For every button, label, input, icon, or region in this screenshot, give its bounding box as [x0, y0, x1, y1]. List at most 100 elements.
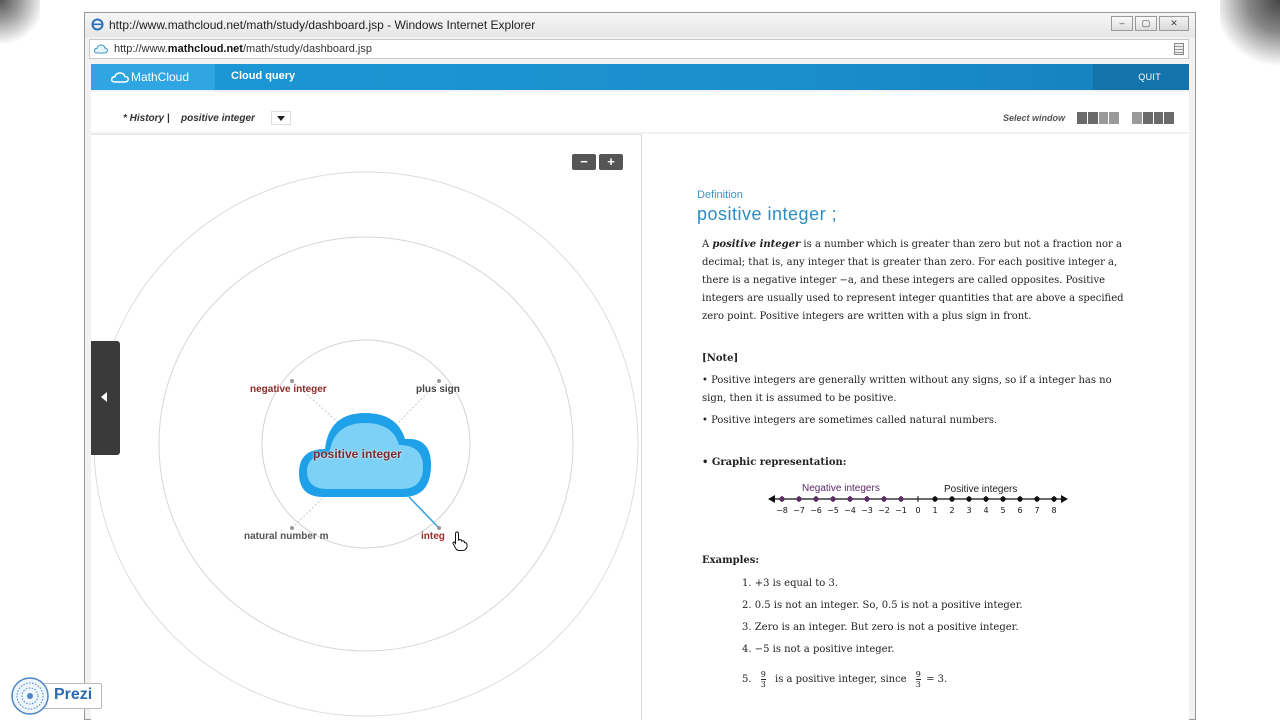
- number-line-point: [847, 496, 853, 502]
- number-line-arrow-right: [1061, 495, 1068, 503]
- page-cloud-icon: [94, 44, 108, 54]
- number-line-tick-label: −1: [895, 506, 907, 515]
- number-line-tick-label: −2: [878, 506, 890, 515]
- node-plus-sign[interactable]: plus sign: [416, 384, 460, 395]
- number-line-point: [864, 496, 870, 502]
- cloud-logo-icon: [111, 72, 129, 83]
- example-item: 2. 0.5 is not an integer. So, 0.5 is not…: [742, 600, 1023, 611]
- number-line-point: [881, 496, 887, 502]
- number-line-point: [1000, 496, 1006, 502]
- note-item: • Positive integers are generally writte…: [702, 375, 1112, 404]
- graphic-representation-label: • Graphic representation:: [702, 457, 847, 468]
- history-current[interactable]: positive integer: [181, 113, 255, 124]
- number-line-tick-label: 3: [966, 506, 971, 515]
- number-line-tick-label: −7: [793, 506, 805, 515]
- number-line-tick-label: −5: [827, 506, 839, 515]
- node-dot: [290, 379, 294, 383]
- node-negative-integer[interactable]: negative integer: [250, 384, 327, 395]
- number-line-point: [779, 496, 785, 502]
- number-line-point: [830, 496, 836, 502]
- example-item: 1. +3 is equal to 3.: [742, 578, 839, 589]
- mind-map-canvas: [93, 171, 639, 717]
- nav-cloud-query[interactable]: Cloud query: [231, 70, 295, 82]
- number-line-tick-label: 2: [949, 506, 954, 515]
- window-layout-1-button[interactable]: [1077, 112, 1119, 124]
- number-line-tick-label: 1: [932, 506, 937, 515]
- example5-text: is a positive integer, since: [775, 674, 907, 685]
- example5-number: 5.: [742, 674, 752, 685]
- number-line-tick-label: 4: [983, 506, 988, 515]
- maximize-button[interactable]: ▢: [1135, 16, 1157, 31]
- number-line-point: [898, 496, 904, 502]
- para-rest: is a number which is greater than zero b…: [702, 239, 1124, 322]
- para-start: A: [702, 239, 713, 250]
- number-line-point: [1051, 496, 1057, 502]
- select-window-label: Select window: [1003, 113, 1066, 123]
- prezi-logo-icon: [11, 677, 49, 715]
- node-integer[interactable]: integ: [421, 531, 445, 542]
- definition-panel: Definition positive integer ; A positive…: [642, 134, 1189, 720]
- url-prefix: http://www.: [114, 43, 168, 55]
- fraction-numerator: 9: [915, 670, 921, 680]
- number-line-point: [1034, 496, 1040, 502]
- logo-text: MathCloud: [131, 70, 190, 84]
- url-path: /math/study/dashboard.jsp: [242, 43, 372, 55]
- note-item: • Positive integers are sometimes called…: [702, 415, 998, 426]
- link-integer: [408, 496, 440, 529]
- number-line-point: [966, 496, 972, 502]
- fraction-numerator: 9: [760, 670, 766, 680]
- window-controls: – ▢ ✕: [1111, 16, 1189, 31]
- url-text: http://www.mathcloud.net/math/study/dash…: [114, 43, 372, 55]
- number-line-tick-label: −3: [861, 506, 873, 515]
- number-line-point: [1017, 496, 1023, 502]
- example-item: 5. 93 is a positive integer, since 93 = …: [742, 670, 947, 689]
- node-dot: [290, 526, 294, 530]
- corner-shadow: [0, 0, 40, 50]
- minimize-button[interactable]: –: [1111, 16, 1133, 31]
- fraction: 93: [760, 670, 766, 689]
- definition-paragraph: A positive integer is a number which is …: [702, 236, 1134, 326]
- mind-map-panel[interactable]: − + negative integer plus sign natural n…: [91, 134, 641, 720]
- window-layout-2-button[interactable]: [1132, 112, 1174, 124]
- number-line: −8 −7 −6 −5 −4 −3 −2 −1 0 1 2 3 4 5 6 7 8: [768, 495, 1068, 515]
- zoom-out-button[interactable]: −: [572, 154, 596, 170]
- definition-kicker: Definition: [697, 189, 743, 201]
- number-line-point: [983, 496, 989, 502]
- quit-button[interactable]: QUIT: [1093, 64, 1189, 90]
- fraction: 93: [915, 670, 921, 689]
- examples-title: Examples:: [702, 555, 760, 566]
- example-item: 4. −5 is not a positive integer.: [742, 644, 895, 655]
- corner-shadow: [1220, 0, 1280, 70]
- node-dot: [437, 526, 441, 530]
- browser-titlebar: http://www.mathcloud.net/math/study/dash…: [85, 13, 1195, 37]
- center-node-label[interactable]: positive integer: [313, 447, 402, 461]
- compatibility-view-icon[interactable]: [1174, 43, 1184, 55]
- number-line-tick-label: 8: [1051, 506, 1056, 515]
- hand-cursor-icon: [452, 531, 468, 551]
- node-natural-number[interactable]: natural number m: [244, 531, 328, 542]
- prezi-badge[interactable]: Prezi: [10, 676, 102, 716]
- fraction-denominator: 3: [915, 680, 921, 689]
- number-line-arrow-left: [768, 495, 775, 503]
- ie-logo-icon: [91, 18, 104, 31]
- number-line-tick-label: −6: [810, 506, 822, 515]
- logo[interactable]: MathCloud: [91, 64, 215, 90]
- address-bar[interactable]: http://www.mathcloud.net/math/study/dash…: [89, 39, 1189, 59]
- number-line-tick-label: −8: [776, 506, 788, 515]
- number-line-tick-label: 5: [1000, 506, 1005, 515]
- number-line-point: [949, 496, 955, 502]
- browser-window: http://www.mathcloud.net/math/study/dash…: [84, 12, 1196, 720]
- quit-label: QUIT: [1138, 72, 1161, 82]
- history-dropdown-button[interactable]: [271, 111, 291, 125]
- collapse-panel-button[interactable]: [91, 341, 120, 455]
- node-dot: [437, 379, 441, 383]
- number-line-tick-label: 6: [1017, 506, 1022, 515]
- history-label: * History |: [123, 113, 170, 124]
- screen: http://www.mathcloud.net/math/study/dash…: [0, 0, 1280, 720]
- zoom-in-button[interactable]: +: [599, 154, 623, 170]
- example5-suffix: = 3.: [926, 674, 948, 685]
- close-button[interactable]: ✕: [1159, 16, 1189, 31]
- number-line-point: [796, 496, 802, 502]
- app-header: MathCloud Cloud query QUIT: [91, 64, 1189, 90]
- fraction-denominator: 3: [760, 680, 766, 689]
